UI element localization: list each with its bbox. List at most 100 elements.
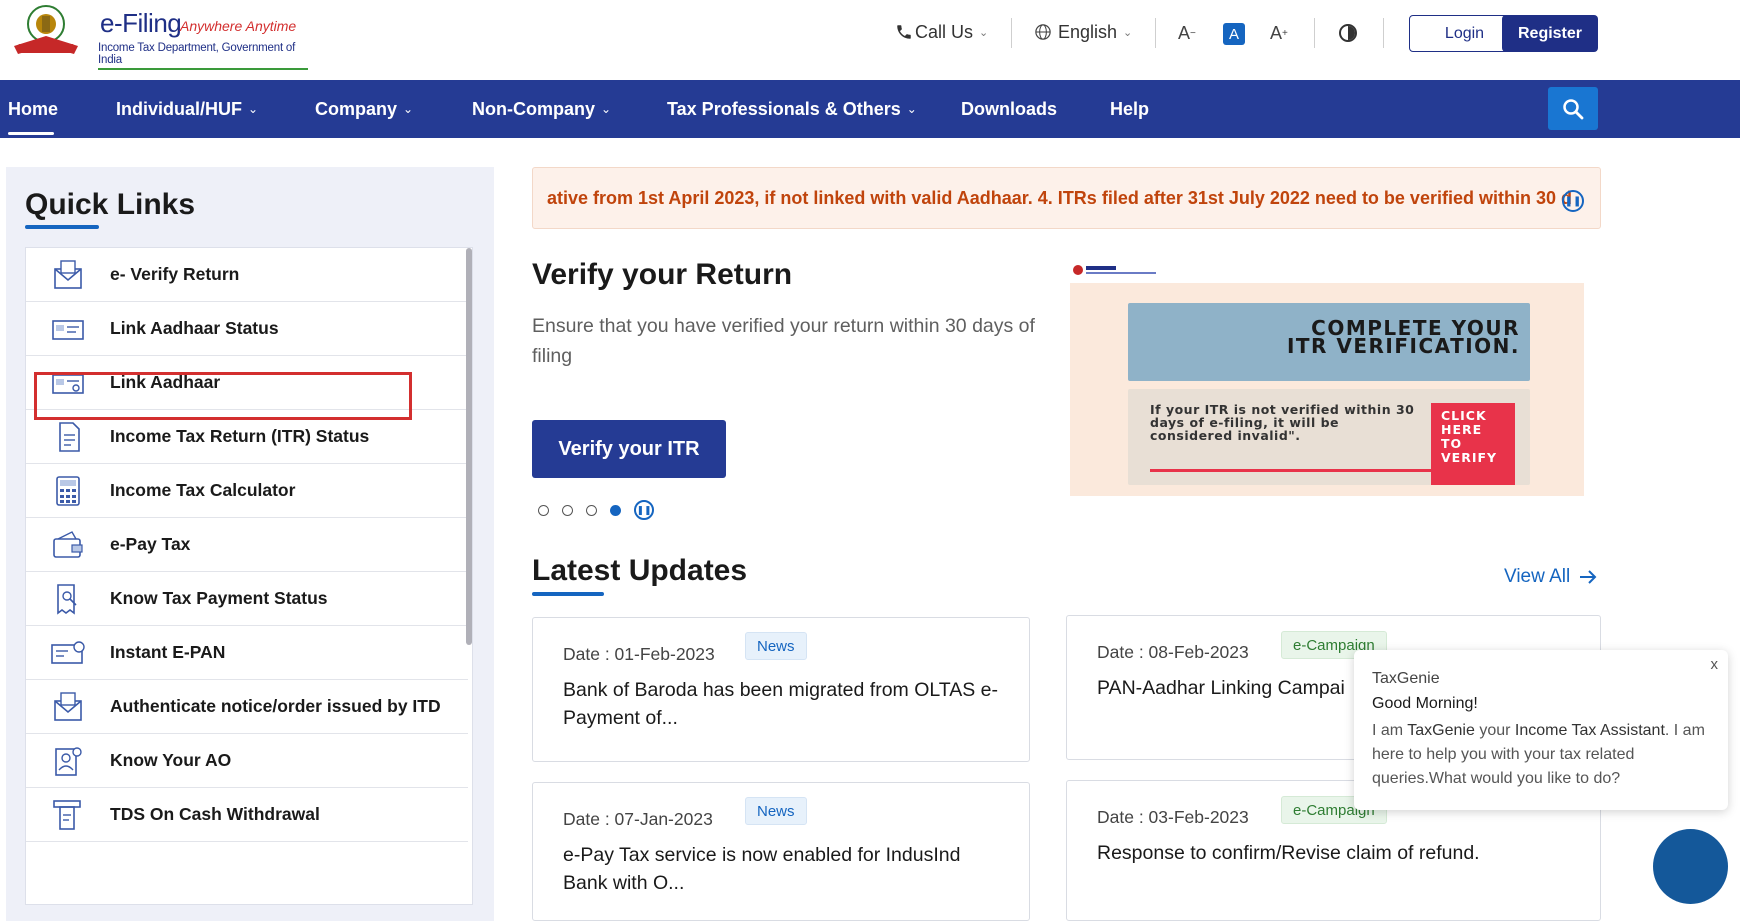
ticker-pause-icon[interactable]: ❚❚ — [1562, 190, 1584, 212]
quick-link-item[interactable]: Know Your AO — [26, 734, 468, 788]
quick-link-label: e- Verify Return — [110, 264, 240, 284]
quick-link-label: Income Tax Return (ITR) Status — [110, 426, 370, 446]
user-search-icon — [50, 745, 86, 777]
view-all-link[interactable]: View All — [1504, 566, 1598, 588]
carousel-pause-icon[interactable]: ❚❚ — [634, 500, 654, 520]
active-indicator — [8, 132, 54, 135]
verify-itr-button[interactable]: Verify your ITR — [532, 420, 726, 478]
news-ticker: ative from 1st April 2023, if not linked… — [532, 167, 1601, 229]
font-increase-label: A — [1270, 22, 1283, 43]
arrow-right-icon — [1150, 469, 1440, 472]
msg-part: your — [1474, 722, 1515, 739]
nav-company-label: Company — [315, 98, 398, 119]
carousel-dot[interactable] — [586, 504, 597, 516]
divider — [1383, 18, 1384, 48]
carousel-dot[interactable] — [562, 504, 573, 516]
site-header: e-Filing Anywhere Anytime Income Tax Dep… — [0, 0, 1740, 80]
nav-help-label: Help — [1110, 98, 1150, 119]
font-decrease-button[interactable]: A − — [1178, 20, 1196, 46]
update-tag: News — [745, 632, 807, 660]
nav-downloads-label: Downloads — [961, 98, 1058, 119]
nav-downloads[interactable]: Downloads — [961, 80, 1057, 138]
nav-home[interactable]: Home — [8, 80, 58, 138]
nav-home-label: Home — [8, 98, 59, 119]
nav-tax-professionals[interactable]: Tax Professionals & Others ⌄ — [667, 80, 917, 138]
nav-tax-professionals-label: Tax Professionals & Others — [667, 98, 901, 119]
pan-card-icon — [50, 637, 86, 669]
language-dropdown[interactable]: English ⌄ — [1034, 16, 1132, 48]
carousel-dots: ❚❚ — [538, 500, 654, 520]
quick-link-item[interactable]: Instant E-PAN — [26, 626, 468, 680]
font-increase-button[interactable]: A + — [1270, 20, 1288, 46]
receipt-search-icon — [50, 583, 86, 615]
quick-link-item[interactable]: e- Verify Return — [26, 248, 468, 302]
quick-links-list: e- Verify Return Link Aadhaar Status Link … — [25, 247, 473, 905]
nav-individual-huf[interactable]: Individual/HUF ⌄ — [116, 80, 258, 138]
banner-body: If your ITR is not verified within 30 da… — [1150, 402, 1415, 443]
close-icon[interactable]: x — [1711, 656, 1719, 673]
promo-banner[interactable]: COMPLETE YOUR ITR VERIFICATION. If your … — [1070, 264, 1584, 496]
quick-link-label: Know Your AO — [110, 750, 232, 770]
carousel-dot-active[interactable] — [610, 504, 621, 516]
quick-link-item[interactable]: TDS On Cash Withdrawal — [26, 788, 468, 842]
hero-description: Ensure that you have verified your retur… — [532, 315, 1035, 367]
quick-link-item[interactable]: Authenticate notice/order issued by ITD — [26, 680, 468, 734]
update-date: Date : 08-Feb-2023 — [1097, 642, 1249, 662]
register-button[interactable]: Register — [1502, 15, 1598, 52]
arrow-right-icon — [1580, 570, 1597, 584]
calculator-icon — [50, 475, 86, 507]
update-date: Date : 07-Jan-2023 — [563, 809, 713, 829]
chevron-down-icon: ⌄ — [1123, 26, 1133, 39]
call-us-dropdown[interactable]: Call Us ⌄ — [895, 16, 988, 48]
ticker-text: ative from 1st April 2023, if not linked… — [547, 188, 1572, 208]
chevron-down-icon: ⌄ — [906, 102, 917, 116]
contrast-toggle-icon[interactable] — [1339, 24, 1357, 42]
quick-link-label: Instant E-PAN — [110, 642, 226, 662]
update-text: Response to confirm/Revise claim of refu… — [1097, 842, 1480, 864]
font-normal-button[interactable]: A — [1223, 23, 1245, 45]
brand-tagline: Anywhere Anytime — [180, 18, 297, 34]
quick-link-item[interactable]: Income Tax Calculator — [26, 464, 468, 518]
chevron-down-icon: ⌄ — [403, 102, 414, 116]
msg-part: I am — [1372, 722, 1408, 739]
efiling-logo[interactable]: e-Filing Anywhere Anytime Income Tax Dep… — [8, 2, 308, 70]
font-decrease-label: A — [1178, 22, 1191, 43]
quick-links-title: Quick Links — [25, 188, 196, 221]
msg-role: Income Tax Assistant — [1514, 722, 1665, 739]
carousel-dot[interactable] — [538, 504, 549, 516]
quick-link-label: TDS On Cash Withdrawal — [110, 804, 320, 824]
taxgenie-message: I am TaxGenie your Income Tax Assistant.… — [1372, 719, 1712, 791]
banner-cta[interactable]: CLICK HERE TO VERIFY — [1431, 403, 1515, 485]
nav-company[interactable]: Company ⌄ — [315, 80, 413, 138]
nav-non-company-label: Non-Company — [472, 98, 595, 119]
quick-link-label: Link Aadhaar Status — [110, 318, 279, 338]
search-button[interactable] — [1548, 87, 1598, 130]
nav-help[interactable]: Help — [1110, 80, 1149, 138]
quick-link-item[interactable]: Know Tax Payment Status — [26, 572, 468, 626]
emblem-icon — [14, 5, 78, 54]
efiling-mini-logo — [1073, 265, 1156, 275]
update-text: e-Pay Tax service is now enabled for Ind… — [563, 844, 961, 894]
quick-link-label: Income Tax Calculator — [110, 480, 296, 500]
update-tag: News — [745, 797, 807, 825]
update-card[interactable]: Date : 07-Jan-2023 News e-Pay Tax servic… — [532, 782, 1030, 921]
quick-link-label: Authenticate notice/order issued by ITD — [110, 696, 441, 716]
update-card[interactable]: Date : 01-Feb-2023 News Bank of Baroda h… — [532, 617, 1030, 762]
chatbot-avatar-icon[interactable] — [1653, 829, 1728, 904]
nav-non-company[interactable]: Non-Company ⌄ — [472, 80, 611, 138]
taxgenie-popup: x TaxGenie Good Morning! I am TaxGenie y… — [1354, 650, 1728, 810]
language-label: English — [1058, 21, 1118, 42]
search-icon — [1563, 98, 1584, 119]
globe-icon — [1035, 24, 1051, 40]
highlight-box — [34, 372, 412, 420]
taxgenie-name: TaxGenie — [1372, 670, 1440, 687]
chevron-down-icon: ⌄ — [979, 26, 989, 39]
title-underline — [25, 225, 99, 229]
id-card-icon — [50, 313, 86, 345]
quick-link-item[interactable]: Link Aadhaar Status — [26, 302, 468, 356]
quick-link-label: Know Tax Payment Status — [110, 588, 328, 608]
quick-link-item[interactable]: e-Pay Tax — [26, 518, 468, 572]
quick-links-scrollbar[interactable] — [466, 248, 472, 645]
chevron-down-icon: ⌄ — [248, 102, 259, 116]
divider — [1314, 18, 1315, 48]
